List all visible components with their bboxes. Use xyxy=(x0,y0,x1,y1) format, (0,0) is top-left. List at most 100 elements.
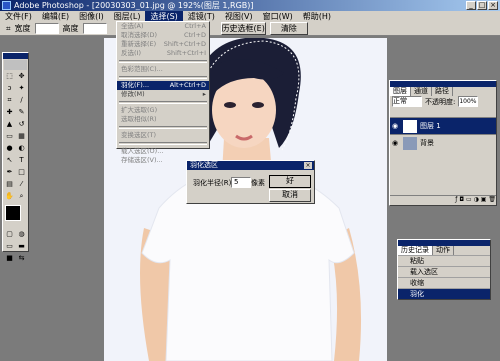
magic-wand-tool-icon[interactable]: ✦ xyxy=(16,83,27,94)
window-titlebar: Adobe Photoshop - [20030303_01.jpg @ 192… xyxy=(0,0,500,11)
tab-actions[interactable]: 动作 xyxy=(433,246,454,255)
clear-button[interactable]: 清除 xyxy=(269,22,308,35)
slice-tool-icon[interactable]: ∕ xyxy=(16,95,27,106)
stamp-tool-icon[interactable]: ▲ xyxy=(4,119,15,130)
trash-icon[interactable]: 🗑 xyxy=(488,196,496,203)
marquee-tool-icon[interactable]: ⬚ xyxy=(4,71,15,82)
lasso-tool-icon[interactable]: ↄ xyxy=(4,83,15,94)
move-tool-icon[interactable]: ✥ xyxy=(16,71,27,82)
menu-item-modify[interactable]: 修改(M) ▸ xyxy=(117,90,209,99)
dodge-tool-icon[interactable]: ◐ xyxy=(16,143,27,154)
menu-file[interactable]: 文件(F) xyxy=(0,11,37,22)
history-item[interactable]: 粘贴 xyxy=(398,255,490,266)
menu-separator xyxy=(119,60,207,63)
menu-item-reselect[interactable]: 重新选择(E) Shift+Ctrl+D xyxy=(117,40,209,49)
history-item[interactable]: 羽化 xyxy=(398,288,490,299)
hand-tool-icon[interactable]: ✋ xyxy=(4,191,15,202)
history-button[interactable]: 历史选框(E) xyxy=(220,22,266,35)
menu-separator xyxy=(119,101,207,104)
layer-name: 背景 xyxy=(420,139,434,147)
foreground-color-swatch[interactable] xyxy=(5,205,21,221)
menu-item-transform-selection[interactable]: 变换选区(T) xyxy=(117,131,209,140)
close-icon[interactable]: × xyxy=(304,162,312,169)
menu-view[interactable]: 视图(V) xyxy=(220,11,258,22)
opacity-label: 不透明度: xyxy=(425,97,456,106)
minimize-button[interactable]: _ xyxy=(466,1,476,10)
select-menu-dropdown: 全选(A) Ctrl+A 取消选择(D) Ctrl+D 重新选择(E) Shift+C… xyxy=(116,21,210,164)
shape-tool-icon[interactable]: □ xyxy=(16,167,27,178)
width-input[interactable] xyxy=(34,23,59,34)
quickmask-mode-icon[interactable]: ◍ xyxy=(16,229,27,240)
eyedropper-tool-icon[interactable]: ⁄ xyxy=(16,179,27,190)
blend-mode-select[interactable]: 正常 xyxy=(392,96,422,107)
panel-tabs: 历史记录 动作 xyxy=(398,246,490,255)
screen-mode-1-icon[interactable]: ▭ xyxy=(4,241,15,252)
eye-icon[interactable]: ◉ xyxy=(390,139,400,147)
feather-radius-input[interactable]: 5 xyxy=(231,177,251,188)
menu-item-deselect[interactable]: 取消选择(D) Ctrl+D xyxy=(117,31,209,40)
history-brush-tool-icon[interactable]: ↺ xyxy=(16,119,27,130)
mask-icon[interactable]: ◘ xyxy=(459,196,464,203)
notes-tool-icon[interactable]: ▤ xyxy=(4,179,15,190)
photoshop-logo-icon xyxy=(2,1,11,10)
lock-row xyxy=(390,107,496,117)
new-layer-icon[interactable]: ▣ xyxy=(481,196,487,203)
zoom-tool-icon[interactable]: ⌕ xyxy=(16,191,27,202)
panel-tabs: 图层 通道 路径 xyxy=(390,87,496,96)
history-panel: 历史记录 动作 粘贴 载入选区 收缩 羽化 xyxy=(397,239,491,300)
height-input[interactable] xyxy=(82,23,107,34)
screen-mode-2-icon[interactable]: ▬ xyxy=(16,241,27,252)
ok-button[interactable]: 好 xyxy=(269,175,311,188)
menu-image[interactable]: 图像(I) xyxy=(74,11,109,22)
new-set-icon[interactable]: ▭ xyxy=(466,196,472,203)
menu-item-color-range[interactable]: 色彩范围(C)... xyxy=(117,65,209,74)
opacity-input[interactable]: 100% xyxy=(458,96,479,107)
menu-item-select-all[interactable]: 全选(A) Ctrl+A xyxy=(117,22,209,31)
crop-tool-icon[interactable]: ⌗ xyxy=(4,95,15,106)
height-label: 高度 xyxy=(62,24,79,33)
width-label: 宽度 xyxy=(14,24,31,33)
menu-item-load-selection[interactable]: 载入选区(O)... xyxy=(117,147,209,156)
layers-footer: ƒ ◘ ▭ ◑ ▣ 🗑 xyxy=(390,195,496,205)
menu-window[interactable]: 窗口(W) xyxy=(258,11,298,22)
layers-panel: 图层 通道 路径 正常 不透明度: 100% ◉ 图层 1 ◉ 背景 ƒ ◘ ▭… xyxy=(389,80,497,206)
cancel-button[interactable]: 取消 xyxy=(269,189,311,202)
blur-tool-icon[interactable]: ● xyxy=(4,143,15,154)
menu-help[interactable]: 帮助(H) xyxy=(298,11,336,22)
tab-paths[interactable]: 路径 xyxy=(432,87,453,96)
layer-row[interactable]: ◉ 背景 xyxy=(390,134,496,151)
blend-row: 正常 不透明度: 100% xyxy=(390,96,496,107)
path-tool-icon[interactable]: ↖ xyxy=(4,155,15,166)
heal-tool-icon[interactable]: ✚ xyxy=(4,107,15,118)
standard-mode-icon[interactable]: ▢ xyxy=(4,229,15,240)
toolbox: ⬚ ✥ ↄ ✦ ⌗ ∕ ✚ ✎ ▲ ↺ ▭ ▦ ● ◐ ↖ T ✒ □ ▤ ⁄ … xyxy=(2,52,29,262)
layer-style-icon[interactable]: ƒ xyxy=(455,196,457,203)
close-window-button[interactable]: × xyxy=(488,1,498,10)
crop-tool-icon: ⌗ xyxy=(6,23,11,33)
unit-label: 像素 xyxy=(251,179,265,187)
gradient-tool-icon[interactable]: ▦ xyxy=(16,131,27,142)
brush-tool-icon[interactable]: ✎ xyxy=(16,107,27,118)
type-tool-icon[interactable]: T xyxy=(16,155,27,166)
menu-item-grow[interactable]: 扩大选取(G) xyxy=(117,106,209,115)
layer-row[interactable]: ◉ 图层 1 xyxy=(390,117,496,134)
pen-tool-icon[interactable]: ✒ xyxy=(4,167,15,178)
adjustment-icon[interactable]: ◑ xyxy=(474,196,479,203)
menu-item-similar[interactable]: 选取相似(R) xyxy=(117,115,209,124)
maximize-button[interactable]: □ xyxy=(477,1,487,10)
tab-layers[interactable]: 图层 xyxy=(390,87,411,96)
menu-item-inverse[interactable]: 反选(I) Shift+Ctrl+I xyxy=(117,49,209,58)
menu-bar: 文件(F) 编辑(E) 图像(I) 图层(L) 选择(S) 滤镜(T) 视图(V… xyxy=(0,11,500,22)
history-item[interactable]: 载入选区 xyxy=(398,266,490,277)
layer-thumbnail xyxy=(403,119,417,133)
eye-icon[interactable]: ◉ xyxy=(390,122,400,130)
menu-edit[interactable]: 编辑(E) xyxy=(37,11,74,22)
tab-history[interactable]: 历史记录 xyxy=(398,246,433,255)
feather-radius-label: 羽化半径(R): xyxy=(193,179,234,187)
history-item[interactable]: 收缩 xyxy=(398,277,490,288)
menu-item-feather[interactable]: 羽化(F)... Alt+Ctrl+D xyxy=(117,81,209,90)
tab-channels[interactable]: 通道 xyxy=(411,87,432,96)
eraser-tool-icon[interactable]: ▭ xyxy=(4,131,15,142)
jump-to-imageready-icon[interactable]: ⇆ xyxy=(16,253,27,264)
screen-mode-3-icon[interactable]: ■ xyxy=(4,253,15,264)
